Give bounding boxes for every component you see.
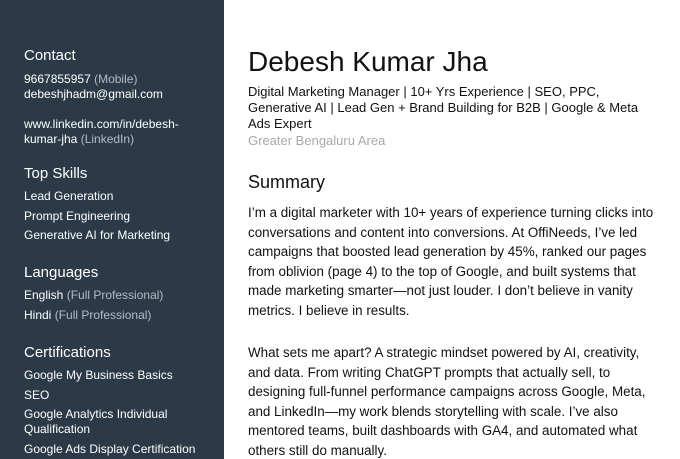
certification-item-continued: Qualification (24, 422, 91, 436)
summary-line: from oblivion (page 4) to the top of Goo… (248, 263, 636, 279)
summary-line: and LinkedIn—my work blends storytelling… (248, 403, 618, 419)
headline-line: Digital Marketing Manager | 10+ Yrs Expe… (248, 84, 600, 99)
main-content: Debesh Kumar Jha Digital Marketing Manag… (224, 0, 680, 459)
certification-item: SEO (24, 387, 50, 402)
linkedin-label: (LinkedIn) (80, 132, 135, 146)
summary-line: conversations and content into conversio… (248, 224, 638, 240)
phone-label: (Mobile) (94, 72, 138, 86)
top-skills-heading: Top Skills (24, 165, 88, 182)
certifications-section: Certifications Google My Business Basics… (24, 344, 220, 457)
language-level: (Full Professional) (66, 288, 164, 302)
linkedin-link-line1[interactable]: www.linkedin.com/in/debesh- (24, 117, 220, 132)
summary-line: I’m a digital marketer with 10+ years of… (248, 205, 654, 220)
headline-line: Generative AI | Lead Gen + Brand Buildin… (248, 100, 639, 115)
certification-item: Google My Business Basics (24, 368, 173, 382)
phone-number[interactable]: 9667855957 (24, 72, 91, 86)
languages-heading: Languages (24, 264, 99, 281)
language-name: Hindi (24, 307, 52, 322)
summary-line: mentored teams, built dashboards with GA… (248, 423, 638, 438)
summary-paragraph-1: I’m a digital marketer with 10+ years of… (248, 203, 668, 320)
summary-line: campaigns that boosted lead generation b… (248, 244, 647, 259)
certification-item: Google Ads Display Certification (24, 441, 196, 456)
language-name: English (24, 288, 64, 302)
profile-location: Greater Bengaluru Area (248, 133, 386, 148)
summary-line: designing full-funnel performance campai… (248, 384, 646, 399)
linkedin-link-line2: kumar-jha (LinkedIn) (24, 132, 220, 147)
contact-section: Contact 9667855957 (Mobile) debeshjhadm@… (24, 47, 220, 147)
headline-line: Ads Expert (248, 116, 312, 131)
summary-line: and data. From writing ChatGPT prompts t… (248, 364, 611, 380)
phone-line: 9667855957 (Mobile) (24, 72, 220, 87)
language-item: English (Full Professional) (24, 288, 220, 303)
language-item: Hindi (Full Professional) (24, 308, 220, 323)
languages-section: Languages English (Full Professional) Hi… (24, 264, 220, 323)
skill-item: Generative AI for Marketing (24, 228, 171, 242)
summary-heading: Summary (248, 172, 326, 192)
profile-name: Debesh Kumar Jha (248, 46, 488, 77)
skill-item: Prompt Engineering (24, 208, 131, 223)
summary-line: made marketing smarter—not just louder. … (248, 283, 633, 298)
profile-headline: Digital Marketing Manager | 10+ Yrs Expe… (248, 84, 658, 132)
skill-item: Lead Generation (24, 189, 114, 203)
language-level: (Full Professional) (54, 307, 152, 322)
summary-paragraph-2: What sets me apart? A strategic mindset … (248, 343, 668, 459)
certification-item: Google Analytics Individual (24, 407, 168, 421)
certifications-heading: Certifications (24, 344, 111, 361)
email-link[interactable]: debeshjhadm@gmail.com (24, 87, 220, 102)
summary-line: others still do manually. (248, 442, 387, 458)
contact-heading: Contact (24, 47, 76, 64)
sidebar: Contact 9667855957 (Mobile) debeshjhadm@… (0, 0, 224, 459)
summary-line: What sets me apart? A strategic mindset … (248, 345, 640, 360)
top-skills-section: Top Skills Lead Generation Prompt Engine… (24, 165, 220, 243)
summary-line: metrics. I believe in results. (248, 302, 410, 318)
linkedin-link[interactable]: kumar-jha (24, 132, 77, 146)
